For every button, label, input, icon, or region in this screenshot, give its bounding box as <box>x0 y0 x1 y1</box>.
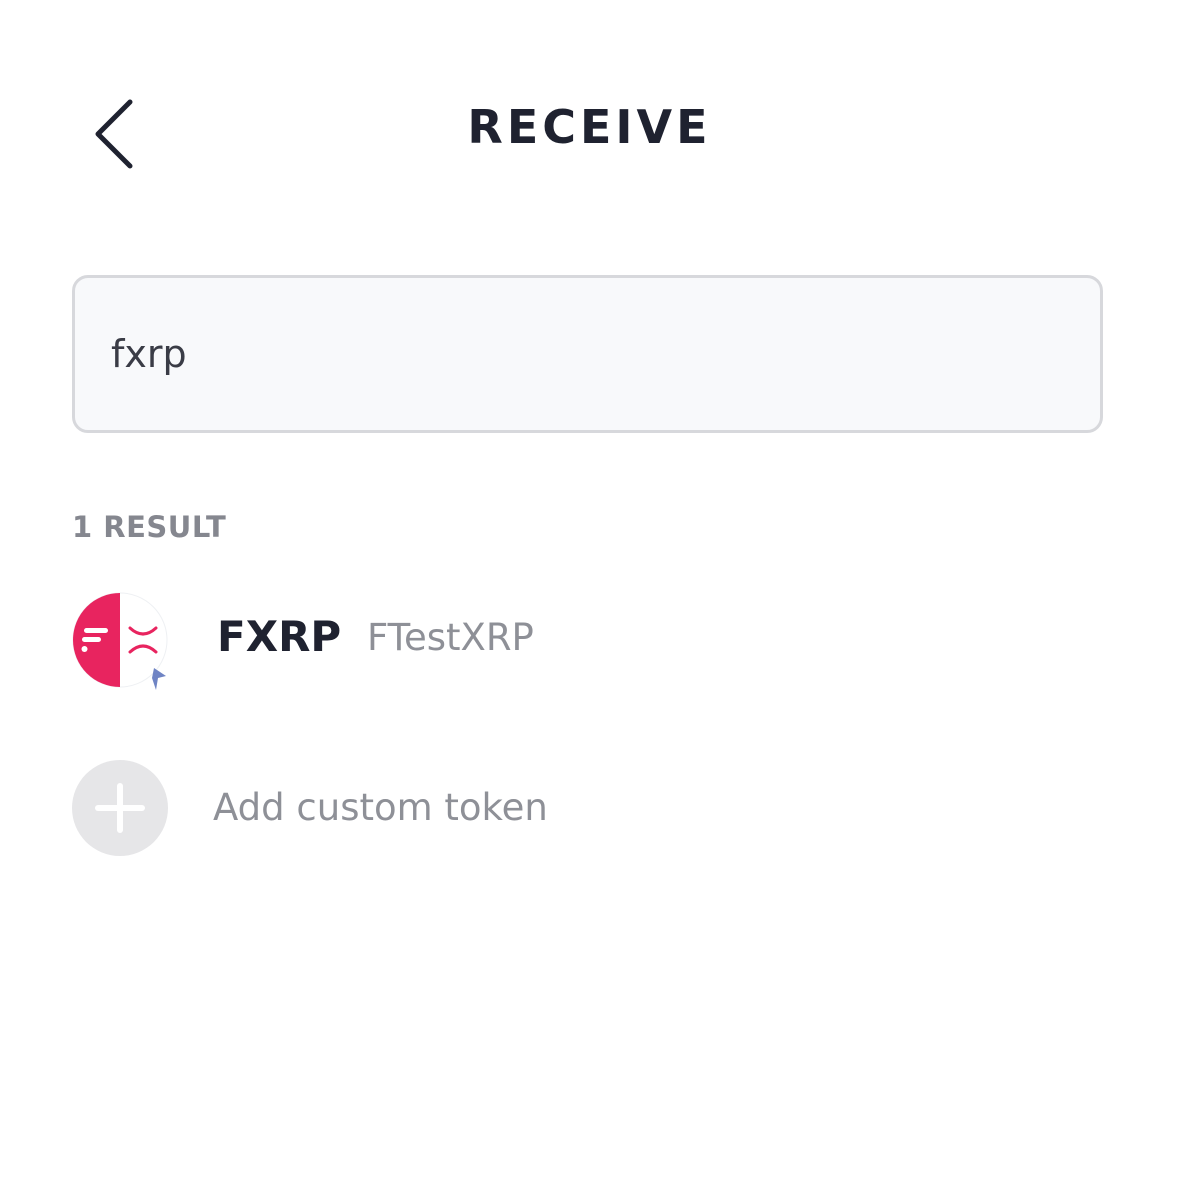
fxrp-token-logo-icon <box>72 592 172 692</box>
search-input[interactable] <box>111 278 1061 430</box>
header: RECEIVE <box>0 60 1179 200</box>
result-count: 1 RESULT <box>72 510 227 544</box>
plus-icon <box>72 760 168 856</box>
search-field[interactable] <box>72 275 1103 433</box>
token-symbol: FXRP <box>217 612 342 661</box>
add-custom-token-label: Add custom token <box>213 786 548 829</box>
token-list-item[interactable]: FXRP FTestXRP <box>72 590 1103 690</box>
page-title: RECEIVE <box>467 100 712 154</box>
receive-screen: RECEIVE 1 RESULT <box>0 0 1179 1179</box>
token-name: FTestXRP <box>367 616 534 659</box>
add-custom-token-button[interactable]: Add custom token <box>72 760 1103 860</box>
